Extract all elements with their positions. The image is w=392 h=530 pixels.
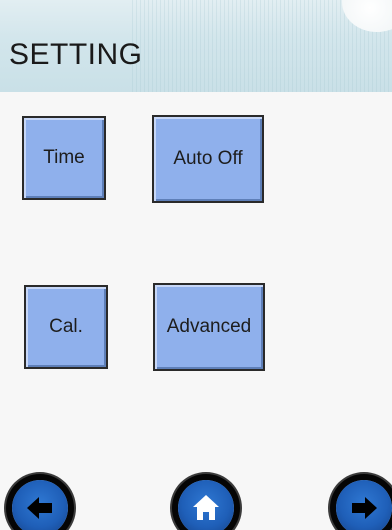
- advanced-button[interactable]: Advanced: [153, 283, 265, 371]
- header-bar: SETTING: [0, 0, 392, 92]
- auto-off-button[interactable]: Auto Off: [152, 115, 264, 203]
- time-button[interactable]: Time: [22, 116, 106, 200]
- arrow-left-icon: [27, 497, 52, 519]
- calibration-button[interactable]: Cal.: [24, 285, 108, 369]
- page-title: SETTING: [9, 38, 143, 71]
- home-button[interactable]: [178, 480, 234, 530]
- settings-screen: SETTING Time Auto Off Cal. Advanced: [0, 0, 392, 530]
- back-button[interactable]: [12, 480, 68, 530]
- home-icon: [193, 495, 219, 520]
- arrow-right-icon: [352, 497, 377, 519]
- next-button[interactable]: [336, 480, 392, 530]
